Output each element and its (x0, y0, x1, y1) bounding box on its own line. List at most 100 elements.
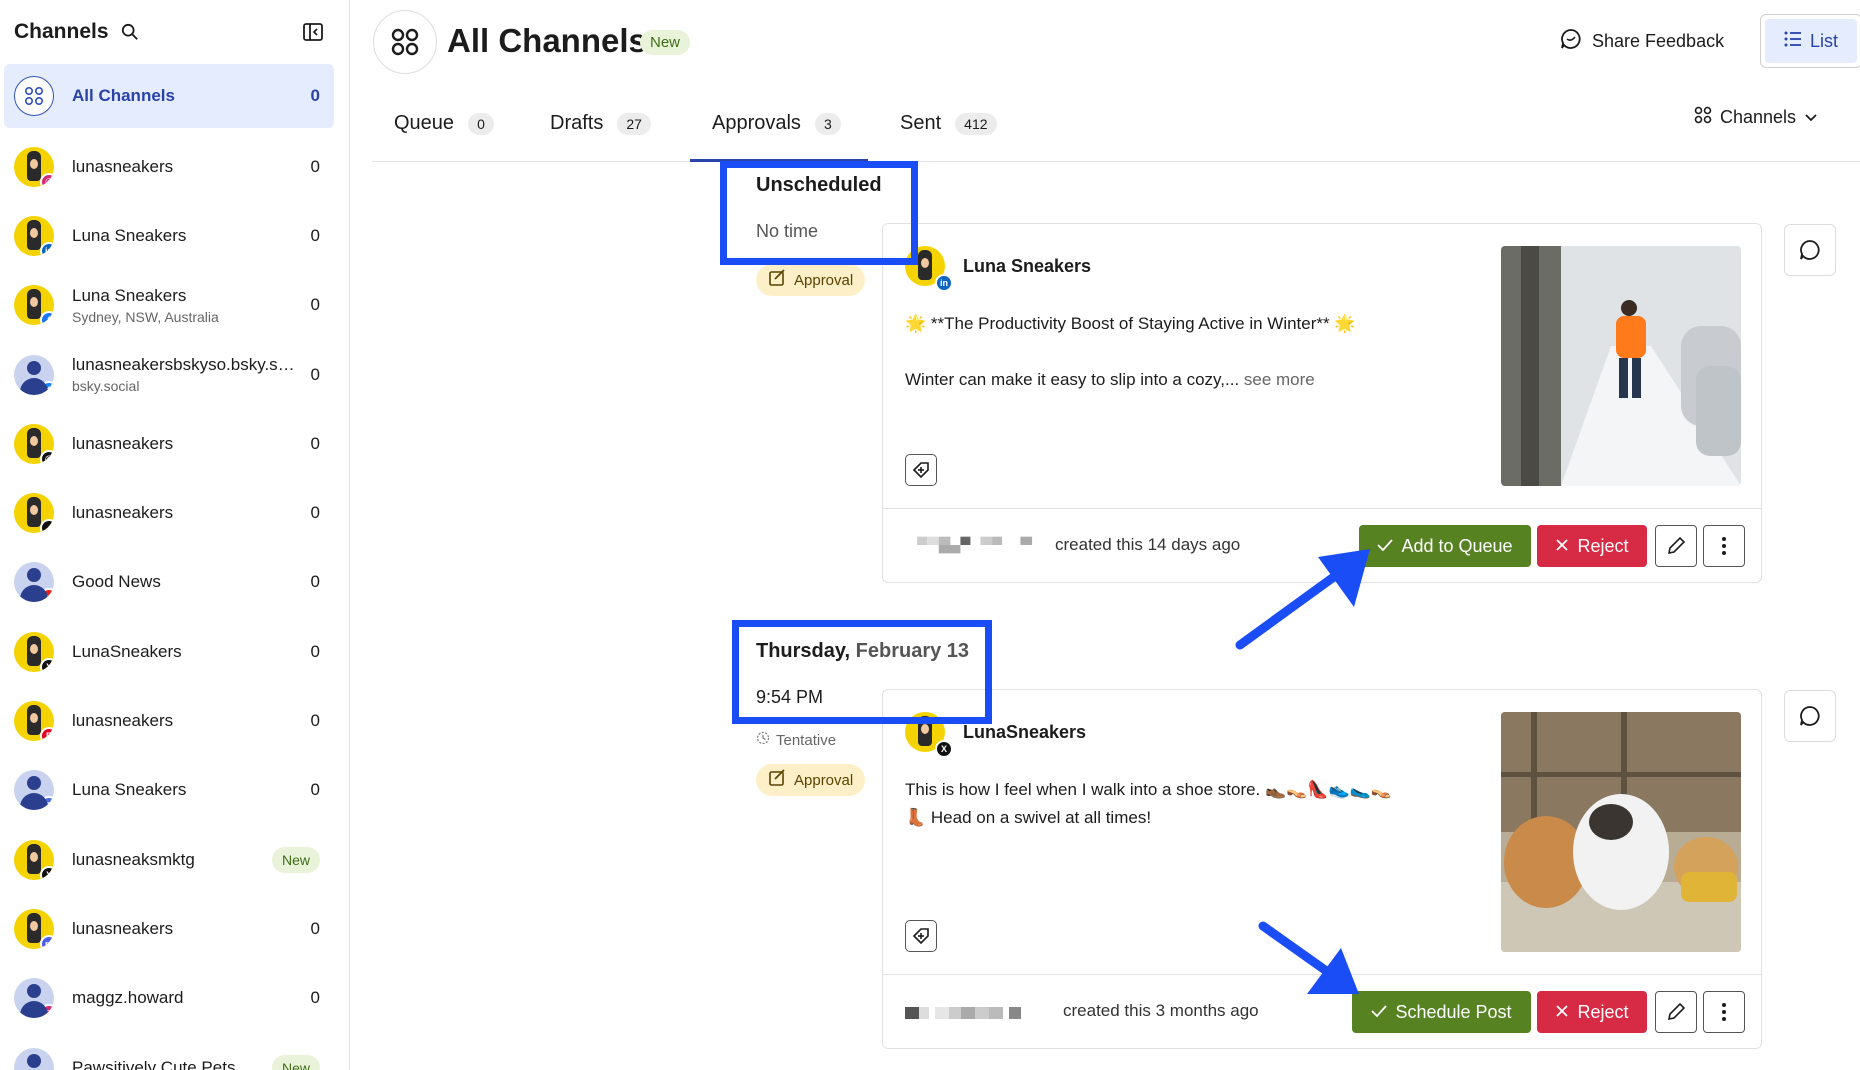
post-line: 👢 Head on a swivel at all times! (905, 808, 1152, 827)
sidebar-item-channel[interactable]: m lunasneakers 0 (4, 894, 334, 963)
avatar: m (14, 908, 54, 949)
tab-queue[interactable]: Queue 0 (394, 112, 494, 135)
channel-text: LunaSneakers (72, 642, 305, 662)
channel-name: Luna Sneakers (72, 225, 187, 245)
edit-pencil-icon[interactable] (1655, 991, 1697, 1033)
avatar: P (14, 701, 54, 742)
edit-pencil-icon[interactable] (1655, 525, 1697, 567)
page-title: All Channels (447, 22, 647, 59)
channel-name: Luna Sneakers (72, 285, 187, 305)
avatar: ◎ (14, 978, 54, 1019)
tentative-status: Tentative (756, 731, 836, 749)
more-options-icon[interactable] (1703, 525, 1745, 567)
channel-count: 0 (310, 156, 320, 176)
annotation-arrow-up (1235, 549, 1370, 650)
tab-count: 0 (468, 112, 494, 135)
sidebar-item-channel[interactable]: f Pawsitively Cute Pets New (4, 1033, 334, 1070)
sidebar-title: Channels (14, 20, 109, 43)
x-icon: X (40, 865, 54, 880)
search-icon[interactable] (121, 22, 141, 42)
channel-name: lunasneakers (72, 156, 174, 176)
avatar: f (14, 285, 54, 326)
approval-icon (768, 769, 786, 791)
channel-count: 0 (310, 641, 320, 661)
schedule-post-button[interactable]: Schedule Post (1352, 991, 1531, 1033)
channel-list: All Channels 0 ◎ lunasneakers 0 in Luna Sneake… (4, 64, 334, 1070)
tab-drafts[interactable]: Drafts 27 (550, 112, 651, 135)
sidebar-item-channel[interactable]: Xlunasneaksmktg New (4, 825, 334, 894)
sidebar-item-channel[interactable]: ◎ maggz.howard 0 (4, 964, 334, 1033)
tab-label: Sent (900, 112, 942, 134)
sidebar-item-channel[interactable]: f Luna Sneakers Sydney, NSW, Australia 0 (4, 271, 334, 340)
avatar: X (14, 839, 54, 880)
channel-count: 0 (310, 364, 320, 384)
tab-count: 27 (617, 112, 651, 135)
sidebar-item-channel[interactable]: All Channels 0 (4, 64, 334, 128)
redacted-user-icon (905, 1007, 1021, 1019)
all-channels-icon (14, 76, 54, 116)
view-toggle: List (1760, 14, 1860, 68)
channel-text: lunasneaksmktg (72, 850, 266, 870)
google-business-icon: ▦ (40, 796, 54, 811)
comment-icon[interactable] (1784, 224, 1836, 276)
post-text: This is how I feel when I walk into a sh… (905, 776, 1465, 832)
comment-icon[interactable] (1784, 690, 1836, 742)
avatar: ▶ (14, 562, 54, 603)
channel-subtitle: bsky.social (72, 378, 140, 395)
sidebar-item-channel[interactable]: ♪ lunasneakers 0 (4, 478, 334, 547)
sidebar-item-channel[interactable]: ✦ lunasneakersbskyso.bsky.social bsky.soci… (4, 340, 334, 409)
add-tag-icon[interactable] (905, 454, 937, 486)
channel-name: lunasneakers (72, 503, 174, 523)
bluesky-icon: ✦ (40, 380, 54, 395)
avatar: ▦ (14, 770, 54, 811)
share-feedback-button[interactable]: Share Feedback (1560, 28, 1724, 55)
sidebar-item-channel[interactable]: @ lunasneakers 0 (4, 409, 334, 478)
avatar: X (14, 631, 54, 672)
sidebar-item-channel[interactable]: X LunaSneakers 0 (4, 617, 334, 686)
tab-approvals[interactable]: Approvals 3 (712, 112, 841, 135)
tab-sent[interactable]: Sent 412 (900, 112, 997, 135)
tab-label: Approvals (712, 112, 801, 134)
created-info: created this 14 days ago (1055, 535, 1241, 554)
share-feedback-label: Share Feedback (1592, 31, 1725, 51)
see-more-link[interactable]: see more (1244, 370, 1315, 389)
list-view-button[interactable]: List (1765, 19, 1857, 63)
channel-name: lunasneakers (72, 433, 174, 453)
more-options-icon[interactable] (1703, 991, 1745, 1033)
avatar: ✦ (14, 354, 54, 395)
annotation-arrow-down (1258, 921, 1359, 994)
post-line: This is how I feel when I walk into a sh… (905, 780, 1393, 799)
channel-name: lunasneakersbskyso.bsky.social (72, 355, 300, 375)
post-line: 🌟 **The Productivity Boost of Staying Ac… (905, 314, 1356, 333)
add-to-queue-button[interactable]: Add to Queue (1359, 525, 1531, 567)
sidebar-item-channel[interactable]: ▶ Good News 0 (4, 548, 334, 617)
post-image[interactable] (1501, 712, 1741, 952)
instagram-icon: ◎ (40, 1004, 54, 1019)
channel-count: 0 (310, 780, 320, 800)
channel-count: 0 (310, 225, 320, 245)
channel-name: lunasneakers (72, 918, 174, 938)
chevron-down-icon (1804, 107, 1818, 128)
highlight-box-thursday (732, 620, 992, 724)
author-name: Luna Sneakers (963, 255, 1092, 276)
reject-button[interactable]: Reject (1537, 991, 1647, 1033)
sidebar-collapse-icon[interactable] (302, 21, 324, 43)
tab-count: 3 (814, 112, 841, 135)
channels-filter-dropdown[interactable]: Channels (1694, 106, 1818, 129)
approval-badge: Approval (756, 764, 866, 796)
sidebar-item-channel[interactable]: ▦ Luna Sneakers 0 (4, 756, 334, 825)
sidebar-item-channel[interactable]: ◎ lunasneakers 0 (4, 132, 334, 201)
all-channels-grid-icon[interactable] (373, 10, 437, 74)
reject-button[interactable]: Reject (1537, 525, 1647, 567)
add-tag-icon[interactable] (905, 920, 937, 952)
sidebar-item-channel[interactable]: in Luna Sneakers 0 (4, 201, 334, 270)
post-image[interactable] (1501, 246, 1741, 486)
channel-count: 0 (310, 503, 320, 523)
mastodon-icon: m (40, 934, 54, 949)
channel-name: LunaSneakers (72, 641, 182, 661)
channel-count: 0 (310, 711, 320, 731)
x-icon: X (40, 657, 54, 672)
approval-icon (768, 269, 786, 291)
channel-text: Luna Sneakers Sydney, NSW, Australia (72, 286, 305, 325)
sidebar-item-channel[interactable]: Plunasneakers 0 (4, 686, 334, 755)
